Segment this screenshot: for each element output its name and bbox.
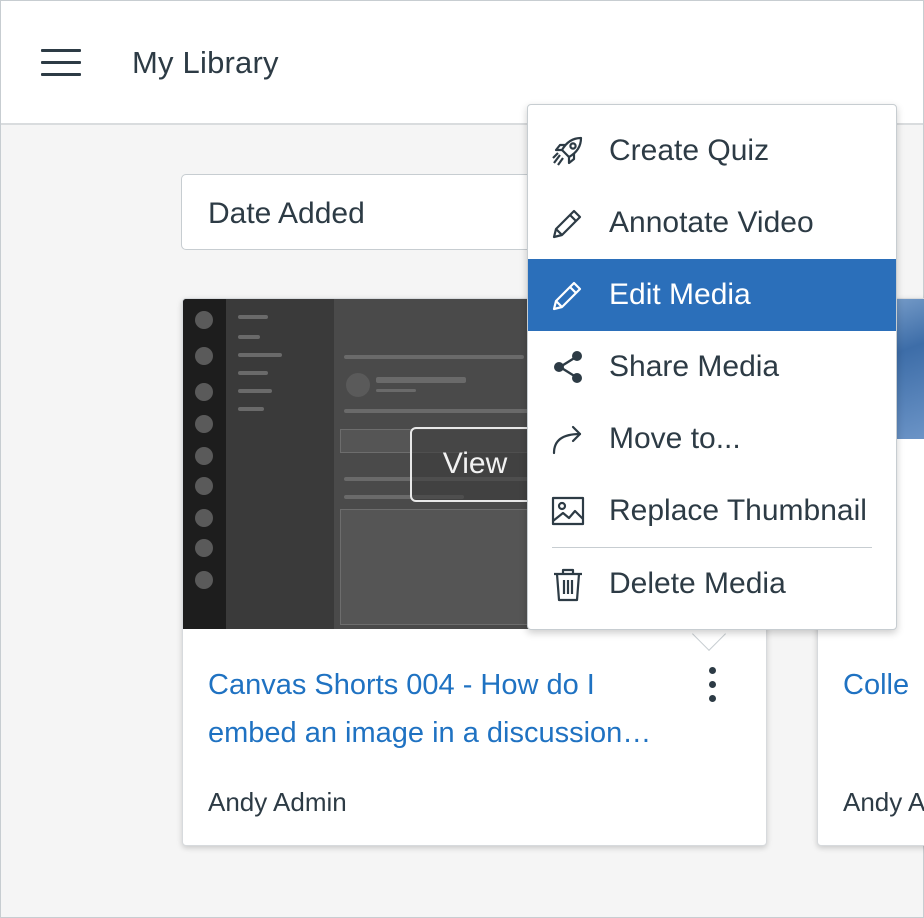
page-title: My Library — [132, 45, 279, 80]
image-icon — [551, 496, 585, 526]
menu-item-edit-media[interactable]: Edit Media — [528, 259, 896, 331]
menu-item-move-to[interactable]: Move to... — [528, 403, 896, 475]
menu-item-share-media[interactable]: Share Media — [528, 331, 896, 403]
media-title-link[interactable]: Canvas Shorts 004 - How do I embed an im… — [208, 661, 688, 757]
media-author: Andy A — [843, 787, 924, 817]
thumbnail-nav — [226, 299, 334, 629]
pencil-icon — [552, 209, 582, 239]
thumbnail-sidebar — [183, 299, 226, 629]
menu-item-label: Share Media — [609, 350, 780, 383]
menu-item-replace-thumbnail[interactable]: Replace Thumbnail — [528, 475, 896, 547]
menu-item-delete-media[interactable]: Delete Media — [528, 548, 896, 620]
menu-item-label: Move to... — [609, 422, 741, 455]
sort-select[interactable]: Date Added — [181, 174, 561, 250]
menu-item-label: Delete Media — [609, 567, 786, 600]
menu-item-create-quiz[interactable]: Create Quiz — [528, 115, 896, 187]
menu-item-annotate-video[interactable]: Annotate Video — [528, 187, 896, 259]
pencil-icon — [552, 281, 582, 311]
more-options-icon[interactable] — [703, 665, 723, 705]
share-icon — [554, 351, 582, 383]
trash-icon — [554, 568, 582, 602]
menu-item-label: Edit Media — [609, 278, 751, 311]
menu-item-label: Create Quiz — [609, 134, 770, 167]
app-window: My Library Date Added View Canvas Shorts… — [0, 0, 924, 918]
arrow-forward-icon — [552, 425, 582, 455]
menu-item-label: Annotate Video — [609, 206, 814, 239]
menu-item-label: Replace Thumbnail — [609, 494, 867, 527]
media-title-link[interactable]: Colle — [843, 661, 909, 709]
hamburger-menu-icon[interactable] — [39, 47, 83, 79]
view-button[interactable]: View — [410, 427, 540, 502]
media-author: Andy Admin — [208, 787, 347, 817]
media-options-menu: Create Quiz Annotate Video Edit Media Sh… — [527, 104, 897, 630]
rocket-icon — [552, 136, 583, 166]
